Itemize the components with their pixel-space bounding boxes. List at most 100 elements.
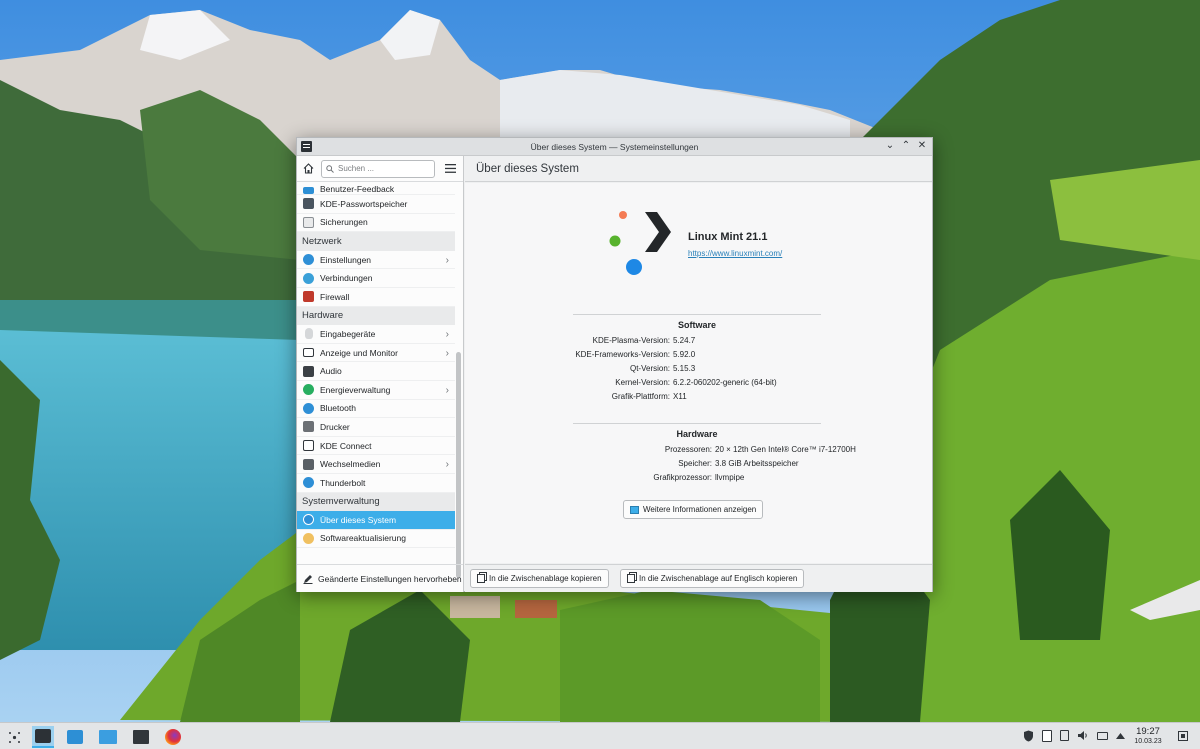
hamburger-menu-icon[interactable] xyxy=(443,162,457,176)
linux-mint-logo xyxy=(609,211,671,275)
sidebar-item-label: Thunderbolt xyxy=(320,477,366,488)
info-value: 5.15.3 xyxy=(673,363,696,373)
task-dolphin[interactable] xyxy=(97,726,119,748)
info-key: KDE-Frameworks-Version: xyxy=(575,350,670,360)
highlight-changed-settings-button[interactable]: Geänderte Einstellungen hervorheben xyxy=(297,564,463,592)
taskbar: 19:27 10.03.23 xyxy=(0,722,1200,749)
search-placeholder: Suchen ... xyxy=(338,164,375,173)
more-info-label: Weitere Informationen anzeigen xyxy=(643,505,757,514)
power-icon xyxy=(303,384,314,396)
info-row: KDE-Frameworks-Version: 5.92.0 xyxy=(573,348,821,362)
digital-clock[interactable]: 19:27 10.03.23 xyxy=(1128,726,1168,746)
show-desktop-icon[interactable] xyxy=(1176,729,1189,742)
bluetooth-icon xyxy=(303,402,314,414)
sidebar-item-thunderbolt[interactable]: Thunderbolt xyxy=(297,474,455,493)
minimize-icon[interactable]: ⌄ xyxy=(884,140,896,152)
info-row: Qt-Version: 5.15.3 xyxy=(573,362,821,376)
kde-connect-icon xyxy=(303,440,314,452)
category-label: Systemverwaltung xyxy=(302,496,380,508)
system-settings-app-icon[interactable] xyxy=(301,141,312,152)
info-row: KDE-Plasma-Version: 5.24.7 xyxy=(573,334,821,348)
main-pane: Über dieses System Linux Mint 21.1 https… xyxy=(465,156,932,592)
chevron-right-icon: › xyxy=(445,329,449,341)
distro-website-link[interactable]: https://www.linuxmint.com/ xyxy=(688,249,782,258)
backup-icon xyxy=(303,216,314,228)
info-value: 3.8 GiB Arbeitsspeicher xyxy=(715,459,799,469)
clipboard-icon[interactable] xyxy=(1040,729,1053,742)
sidebar-item-eingabegeraete[interactable]: Eingabegeräte › xyxy=(297,325,455,344)
category-hardware: Hardware xyxy=(297,306,455,326)
app-launcher-button[interactable] xyxy=(3,726,25,748)
sidebar-item-label: Verbindungen xyxy=(320,273,373,284)
info-row: Prozessoren: 20 × 12th Gen Intel® Core™ i… xyxy=(573,443,856,457)
network-icon[interactable] xyxy=(1096,729,1109,742)
sidebar-item-label: Eingabegeräte xyxy=(320,328,376,339)
category-systemverwaltung: Systemverwaltung xyxy=(297,492,455,512)
info-value: 6.2.2-060202-generic (64-bit) xyxy=(673,377,777,387)
sidebar-item-label: Softwareaktualisierung xyxy=(320,533,406,544)
firefox-icon xyxy=(165,729,181,745)
more-info-button[interactable]: Weitere Informationen anzeigen xyxy=(623,500,764,519)
sidebar-item-anzeige-und-monitor[interactable]: Anzeige und Monitor › xyxy=(297,344,455,363)
sidebar-item-einstellungen[interactable]: Einstellungen › xyxy=(297,251,455,270)
task-system-settings[interactable] xyxy=(32,726,54,748)
info-row: Grafik-Plattform: X11 xyxy=(573,389,821,403)
sidebar-item-label: Über dieses System xyxy=(320,514,397,525)
sidebar-item-label: KDE-Passwortspeicher xyxy=(320,198,408,209)
sidebar-item-audio[interactable]: Audio xyxy=(297,362,455,381)
sidebar-scrollbar[interactable] xyxy=(456,352,461,578)
sidebar-item-drucker[interactable]: Drucker xyxy=(297,418,455,437)
info-row: Grafikprozessor: llvmpipe xyxy=(573,471,821,485)
system-settings-window: Über dieses System — Systemeinstellungen… xyxy=(296,137,933,592)
copy-label: In die Zwischenablage kopieren xyxy=(489,574,602,583)
copy-english-label: In die Zwischenablage auf Englisch kopie… xyxy=(639,574,798,583)
notes-icon[interactable] xyxy=(1058,729,1071,742)
sidebar-item-firewall[interactable]: Firewall xyxy=(297,288,455,307)
software-section: Software KDE-Plasma-Version: 5.24.7 KDE-F… xyxy=(573,314,821,403)
task-discover[interactable] xyxy=(64,726,86,748)
copy-to-clipboard-button[interactable]: In die Zwischenablage kopieren xyxy=(470,569,609,588)
system-settings-icon xyxy=(35,729,51,743)
copy-icon xyxy=(477,574,485,583)
category-label: Netzwerk xyxy=(302,235,342,247)
copy-icon xyxy=(627,574,635,583)
page-title: Über dieses System xyxy=(465,156,932,182)
window-titlebar[interactable]: Über dieses System — Systemeinstellungen… xyxy=(297,138,932,156)
sidebar-item-ueber-dieses-system[interactable]: Über dieses System xyxy=(297,511,455,530)
task-konsole[interactable] xyxy=(130,726,152,748)
maximize-icon[interactable]: ⌃ xyxy=(900,140,912,152)
search-input[interactable]: Suchen ... xyxy=(321,159,435,178)
hardware-section: Hardware Prozessoren: 20 × 12th Gen Intel… xyxy=(573,423,856,485)
sidebar-item-bluetooth[interactable]: Bluetooth xyxy=(297,400,455,419)
sidebar-item-kde-connect[interactable]: KDE Connect xyxy=(297,437,455,456)
expand-tray-icon[interactable] xyxy=(1114,729,1127,742)
shield-icon[interactable] xyxy=(1022,729,1035,742)
sidebar-item-sicherungen[interactable]: Sicherungen xyxy=(297,214,455,233)
thunderbolt-icon xyxy=(303,477,314,489)
chevron-right-icon: › xyxy=(445,254,449,266)
sidebar-item-benutzer-feedback[interactable]: Benutzer-Feedback xyxy=(297,183,455,195)
sidebar-item-verbindungen[interactable]: Verbindungen xyxy=(297,269,455,288)
category-netzwerk: Netzwerk xyxy=(297,232,455,251)
task-firefox[interactable] xyxy=(162,726,184,748)
category-label: Hardware xyxy=(302,310,344,322)
info-key: Grafik-Plattform: xyxy=(611,391,670,401)
launcher-icon xyxy=(8,731,20,743)
info-value: 5.24.7 xyxy=(673,336,696,346)
home-icon[interactable] xyxy=(301,162,315,176)
volume-icon[interactable] xyxy=(1076,729,1089,742)
sidebar-item-label: Benutzer-Feedback xyxy=(320,184,395,194)
sidebar-item-wechselmedien[interactable]: Wechselmedien › xyxy=(297,455,455,474)
highlight-changed-settings-label: Geänderte Einstellungen hervorheben xyxy=(318,573,462,584)
sidebar-item-label: Energieverwaltung xyxy=(320,384,391,395)
sidebar-item-softwareaktualisierung[interactable]: Softwareaktualisierung xyxy=(297,530,455,549)
close-icon[interactable]: ✕ xyxy=(916,140,928,152)
sidebar-item-label: Anzeige und Monitor xyxy=(320,347,398,358)
sidebar-item-energieverwaltung[interactable]: Energieverwaltung › xyxy=(297,381,455,400)
info-key: Prozessoren: xyxy=(664,445,712,455)
search-icon xyxy=(326,164,334,173)
sidebar-item-label: Sicherungen xyxy=(320,217,368,228)
sidebar-item-kde-passwortspeicher[interactable]: KDE-Passwortspeicher xyxy=(297,195,455,214)
copy-english-button[interactable]: In die Zwischenablage auf Englisch kopie… xyxy=(620,569,805,588)
distro-name: Linux Mint 21.1 xyxy=(688,231,768,243)
